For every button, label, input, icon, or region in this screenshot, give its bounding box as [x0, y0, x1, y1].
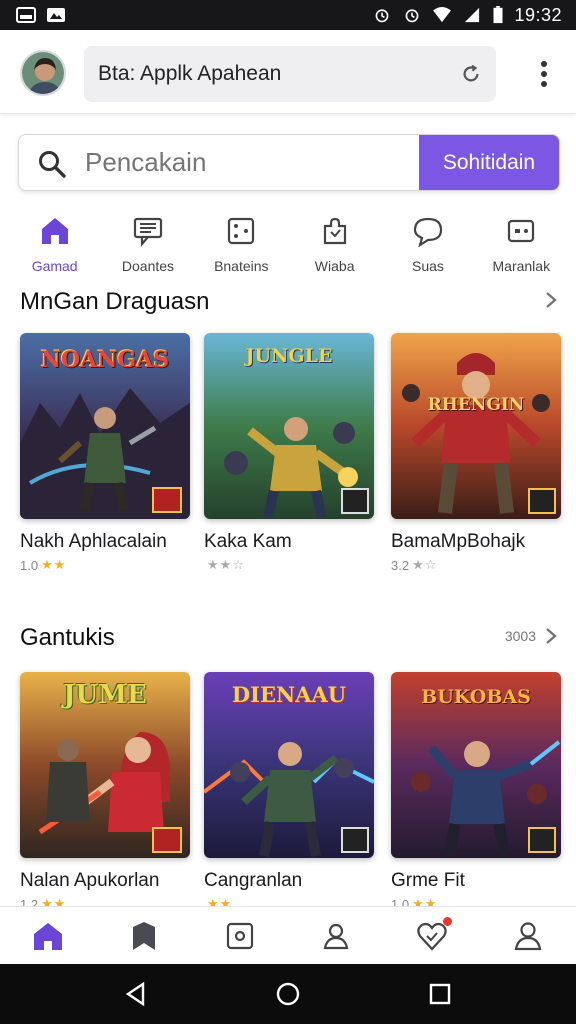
section-title: Gantukis [20, 624, 115, 651]
search-button[interactable]: Sohitidain [419, 135, 559, 190]
bookmark-icon [133, 921, 155, 950]
home-circle-icon[interactable] [275, 981, 301, 1007]
game-thumbnail: NOANGAS [20, 333, 190, 519]
app-header: Bta: Applk Apahean [0, 30, 576, 114]
game-rating: 3.2 ★☆ [391, 557, 561, 573]
tab-label: Doantes [121, 258, 175, 274]
search-input[interactable] [85, 135, 415, 190]
game-card[interactable]: NOANGAS Nakh Aphlacalain 1.0 ★★ [20, 333, 190, 573]
tab-label: Suas [412, 258, 444, 274]
nav-favorites[interactable] [402, 907, 462, 965]
gallery-icon [47, 8, 65, 22]
more-options-icon[interactable] [530, 58, 558, 90]
see-all-link[interactable] [536, 290, 558, 310]
game-art-title: RHENGIN [427, 395, 525, 415]
star-icons: ★★☆ [207, 557, 245, 572]
game-title: Nalan Apukorlan [20, 870, 160, 891]
game-title: BamaMpBohajk [391, 531, 526, 552]
nav-profile-alerts[interactable] [306, 907, 366, 965]
gamepad-icon [508, 219, 535, 243]
game-thumbnail: DIENAAU [204, 672, 374, 858]
game-rating: ★★☆ [204, 557, 374, 573]
game-art-title: JUNGLE [245, 345, 333, 367]
game-card[interactable]: JUME Nalan Apukorlan 1.2 ★★ [20, 672, 190, 912]
game-card[interactable]: RHENGIN BamaMpBohajk 3.2 ★☆ [391, 333, 561, 573]
tab-suas[interactable]: Suas [384, 214, 472, 288]
game-art-title: DIENAAU [231, 682, 347, 707]
user-icon [514, 921, 542, 950]
chevron-right-icon [546, 628, 557, 644]
category-tabs: Gamad Doantes Bnateins Wiaba Suas Maranl… [0, 214, 576, 288]
tab-maranlak[interactable]: Maranlak [477, 214, 565, 288]
game-rating: 1.0 ★★ [20, 557, 190, 573]
chat-icon [133, 217, 163, 247]
search-icon [39, 151, 66, 178]
tab-bnateins[interactable]: Bnateins [197, 214, 285, 288]
game-thumbnail: JUME [20, 672, 190, 858]
notification-badge [443, 916, 452, 926]
nav-games[interactable] [210, 907, 270, 965]
back-icon[interactable] [123, 981, 149, 1007]
game-thumbnail: JUNGLE [204, 333, 374, 519]
rating-value: 1.0 [20, 557, 39, 573]
avatar-image [22, 52, 64, 94]
game-thumbnail: BUKOBAS [391, 672, 561, 858]
alarm-icon-2 [406, 9, 419, 23]
game-title: Nakh Aphlacalain [20, 531, 167, 552]
nav-home[interactable] [18, 907, 78, 965]
game-icon [226, 922, 254, 949]
home-icon [34, 922, 62, 950]
game-art-title: BUKOBAS [421, 686, 531, 708]
tab-label: Maranlak [492, 258, 551, 274]
nav-account[interactable] [498, 907, 558, 965]
game-art-title: JUME [63, 680, 147, 710]
bottom-navigation [0, 906, 576, 964]
game-title: Kaka Kam [204, 531, 292, 552]
section-title: MnGan Draguasn [20, 288, 210, 315]
tab-gamad[interactable]: Gamad [11, 214, 99, 288]
battery-icon [493, 6, 503, 24]
system-navigation [0, 964, 576, 1024]
signal-icon [465, 7, 480, 23]
status-time: 19:32 [514, 4, 562, 25]
reload-icon[interactable] [460, 63, 482, 85]
chevron-right-icon [546, 292, 557, 308]
tab-label: Bnateins [214, 258, 269, 274]
home-icon [41, 218, 68, 244]
star-icons: ★☆ [412, 557, 438, 572]
tab-doantes[interactable]: Doantes [104, 214, 192, 288]
puzzle-icon [323, 217, 346, 245]
screenshot-icon [16, 7, 36, 23]
tab-wiaba[interactable]: Wiaba [291, 214, 379, 288]
url-text: Bta: Applk Apahean [98, 62, 282, 85]
profile-bell-icon [323, 923, 349, 949]
url-bar[interactable]: Bta: Applk Apahean [84, 46, 496, 102]
tab-label: Gamad [31, 258, 78, 274]
game-title: Cangranlan [204, 870, 303, 891]
speech-bubble-icon [413, 217, 443, 248]
alarm-icon [376, 9, 389, 23]
status-bar: 19:32 [0, 0, 576, 30]
search-box: Sohitidain [18, 134, 560, 191]
see-all-label: 3003 [504, 628, 536, 644]
game-card[interactable]: JUNGLE Kaka Kam ★★☆ [204, 333, 374, 573]
avatar[interactable] [20, 50, 66, 96]
game-thumbnail: RHENGIN [391, 333, 561, 519]
rating-value: 3.2 [391, 557, 410, 573]
dice-icon [228, 217, 255, 245]
game-title: Grme Fit [391, 870, 465, 891]
wifi-icon [433, 7, 452, 23]
recents-icon[interactable] [427, 981, 453, 1007]
game-card[interactable]: DIENAAU Cangranlan ★★ [204, 672, 374, 912]
see-all-link[interactable]: 3003 [505, 626, 558, 646]
nav-bookmarks[interactable] [114, 907, 174, 965]
tab-label: Wiaba [314, 258, 355, 274]
game-card[interactable]: BUKOBAS Grme Fit 1.0 ★★ [391, 672, 561, 912]
game-art-title: NOANGAS [40, 347, 170, 373]
star-icons: ★★ [41, 557, 67, 572]
